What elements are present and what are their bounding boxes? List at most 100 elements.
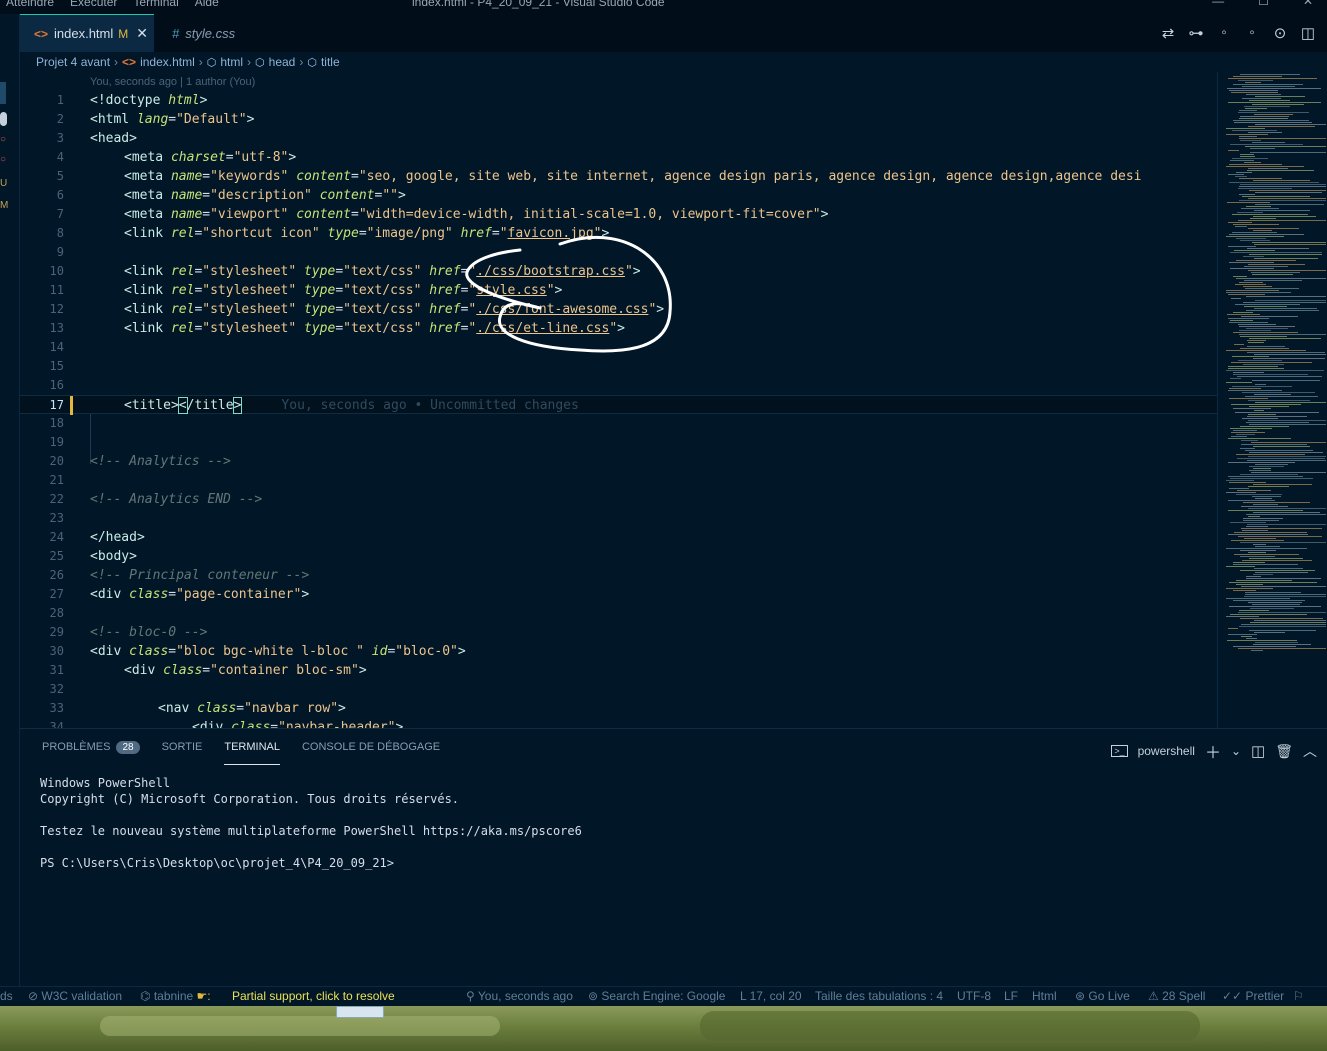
eol-item[interactable]: LF <box>1004 989 1018 1003</box>
minimap-line <box>1231 432 1265 433</box>
line-number: 20 <box>49 454 64 468</box>
breadcrumb-head[interactable]: head <box>269 55 296 69</box>
minimap-line <box>1247 524 1326 525</box>
minimap-line <box>1232 130 1277 131</box>
breadcrumb-title[interactable]: title <box>321 55 340 69</box>
git-blame-item[interactable]: ⚲ You, seconds ago <box>466 989 573 1003</box>
chevron-down-icon[interactable]: ⌄ <box>1231 744 1241 758</box>
maximize-button[interactable]: ☐ <box>1258 0 1269 8</box>
spell-item[interactable]: ⚠ 28 Spell <box>1148 989 1205 1003</box>
minimap-line <box>1226 128 1265 129</box>
feedback-icon[interactable]: ⚐ <box>1293 989 1304 1003</box>
minimap-line <box>1242 196 1310 197</box>
terminal-output[interactable]: Windows PowerShell Copyright (C) Microsof… <box>40 775 582 871</box>
minimap-line <box>1246 310 1319 311</box>
minimap-line <box>1228 438 1291 439</box>
minimap-line <box>1253 574 1273 575</box>
tab-output[interactable]: Sortie <box>162 729 203 765</box>
prettier-item[interactable]: ✓✓ Prettier <box>1222 989 1284 1003</box>
file-link[interactable]: ./css/bootstrap.css <box>476 264 625 279</box>
minimap-line <box>1248 400 1310 401</box>
minimap-line <box>1239 334 1326 335</box>
minimize-button[interactable]: — <box>1212 0 1224 8</box>
file-link[interactable]: ./css/et-line.css <box>476 321 609 336</box>
minimap-line <box>1249 190 1326 191</box>
minimap-line <box>1228 366 1278 367</box>
search-engine-item[interactable]: ⊚ Search Engine: Google <box>588 989 725 1003</box>
minimap-line <box>1231 298 1241 299</box>
tab-index-html[interactable]: <> index.html M ✕ <box>20 14 154 52</box>
minimap-line <box>1230 252 1322 253</box>
file-link[interactable]: favicon.jpg <box>508 226 594 241</box>
minimap-line <box>1252 380 1320 381</box>
menu-item-run[interactable]: Exécuter <box>70 0 117 9</box>
minimap-line <box>1226 292 1291 293</box>
git-dot-icon[interactable] <box>0 112 7 126</box>
status-left-cut: ds <box>0 989 13 1003</box>
compare-changes-icon[interactable]: ⇄ <box>1159 24 1177 42</box>
breadcrumb-html[interactable]: html <box>220 55 243 69</box>
menu-item-terminal[interactable]: Terminal <box>133 0 178 9</box>
codelens-blame[interactable]: You, seconds ago | 1 author (You) <box>90 76 255 88</box>
minimap-line <box>1231 92 1278 93</box>
tab-terminal[interactable]: Terminal <box>224 729 280 765</box>
maximize-panel-icon[interactable]: ︿ <box>1303 741 1317 761</box>
explorer-indicator[interactable] <box>0 82 6 104</box>
go-live-item[interactable]: ⊛ Go Live <box>1075 989 1130 1003</box>
new-terminal-icon[interactable]: ＋ <box>1205 739 1221 763</box>
taskbar-thumbnail[interactable] <box>336 1006 384 1018</box>
partial-support-item[interactable]: Partial support, click to resolve <box>232 989 395 1003</box>
close-window-button[interactable]: ✕ <box>1303 0 1313 8</box>
git-previous-icon[interactable]: ◦ <box>1215 24 1233 42</box>
trash-icon[interactable]: 🗑 <box>1275 743 1293 760</box>
code-line: 34 <div class="navbar-header"> <box>20 718 1217 728</box>
encoding-item[interactable]: UTF-8 <box>957 989 991 1003</box>
menu-item-goto[interactable]: Atteindre <box>6 0 54 9</box>
terminal-icon: >_ <box>1111 745 1128 757</box>
minimap-line <box>1247 352 1325 353</box>
minimap-line <box>1248 228 1299 229</box>
bracket-match: < <box>177 397 188 414</box>
split-terminal-icon[interactable]: ◫ <box>1251 742 1265 760</box>
minimap-line <box>1235 176 1247 177</box>
minimap-line <box>1238 648 1326 649</box>
git-next-icon[interactable]: ◦ <box>1243 24 1261 42</box>
tab-size-item[interactable]: Taille des tabulations : 4 <box>815 989 943 1003</box>
minimap-line <box>1226 290 1279 291</box>
minimap-line <box>1238 612 1326 613</box>
line-number: 13 <box>49 321 64 335</box>
panel-actions: >_ powershell ＋ ⌄ ◫ 🗑 ︿ <box>1111 739 1317 763</box>
tab-debug-console[interactable]: Console de débogage <box>302 729 440 765</box>
line-number: 21 <box>49 473 64 487</box>
minimap-line <box>1226 166 1304 167</box>
file-link[interactable]: style.css <box>476 283 546 298</box>
minimap-line <box>1237 212 1263 213</box>
minimap-line <box>1234 532 1307 533</box>
split-editor-icon[interactable]: ◫ <box>1299 24 1317 42</box>
minimap-line <box>1244 266 1288 267</box>
shell-selector[interactable]: powershell <box>1138 744 1195 758</box>
terminal-line: Copyright (C) Microsoft Corporation. Tou… <box>40 792 460 806</box>
tab-problems[interactable]: Problèmes 28 <box>42 729 140 765</box>
code-line: 28 <box>20 604 1217 623</box>
w3c-validation-item[interactable]: ⊘ W3C validation <box>28 989 122 1003</box>
cursor-position-item[interactable]: L 17, col 20 <box>740 989 802 1003</box>
minimap-line <box>1240 474 1298 475</box>
code-line: 27 <div class="page-container"> <box>20 585 1217 604</box>
breadcrumb-file[interactable]: index.html <box>140 55 195 69</box>
close-icon[interactable]: ✕ <box>136 25 148 42</box>
language-mode-item[interactable]: Html <box>1032 989 1057 1003</box>
minimap-line <box>1246 514 1326 515</box>
code-editor[interactable]: You, seconds ago | 1 author (You) 1 <!doc… <box>20 72 1217 728</box>
minimap[interactable] <box>1217 72 1327 728</box>
tab-style-css[interactable]: # style.css <box>160 14 270 52</box>
minimap-line <box>1226 480 1254 481</box>
breadcrumb: Projet 4 avant › <> index.html › ⬡ html … <box>20 52 1327 72</box>
tabnine-item[interactable]: ⌬ tabnine ☛: <box>140 989 211 1003</box>
git-lens-icon[interactable]: ⊙ <box>1271 24 1289 42</box>
tab-label: style.css <box>185 25 236 41</box>
breadcrumb-folder[interactable]: Projet 4 avant <box>36 55 110 69</box>
menu-item-help[interactable]: Aide <box>195 0 219 9</box>
git-commit-icon[interactable]: ⊶ <box>1187 24 1205 42</box>
file-link[interactable]: ./css/font-awesome.css <box>476 302 648 317</box>
